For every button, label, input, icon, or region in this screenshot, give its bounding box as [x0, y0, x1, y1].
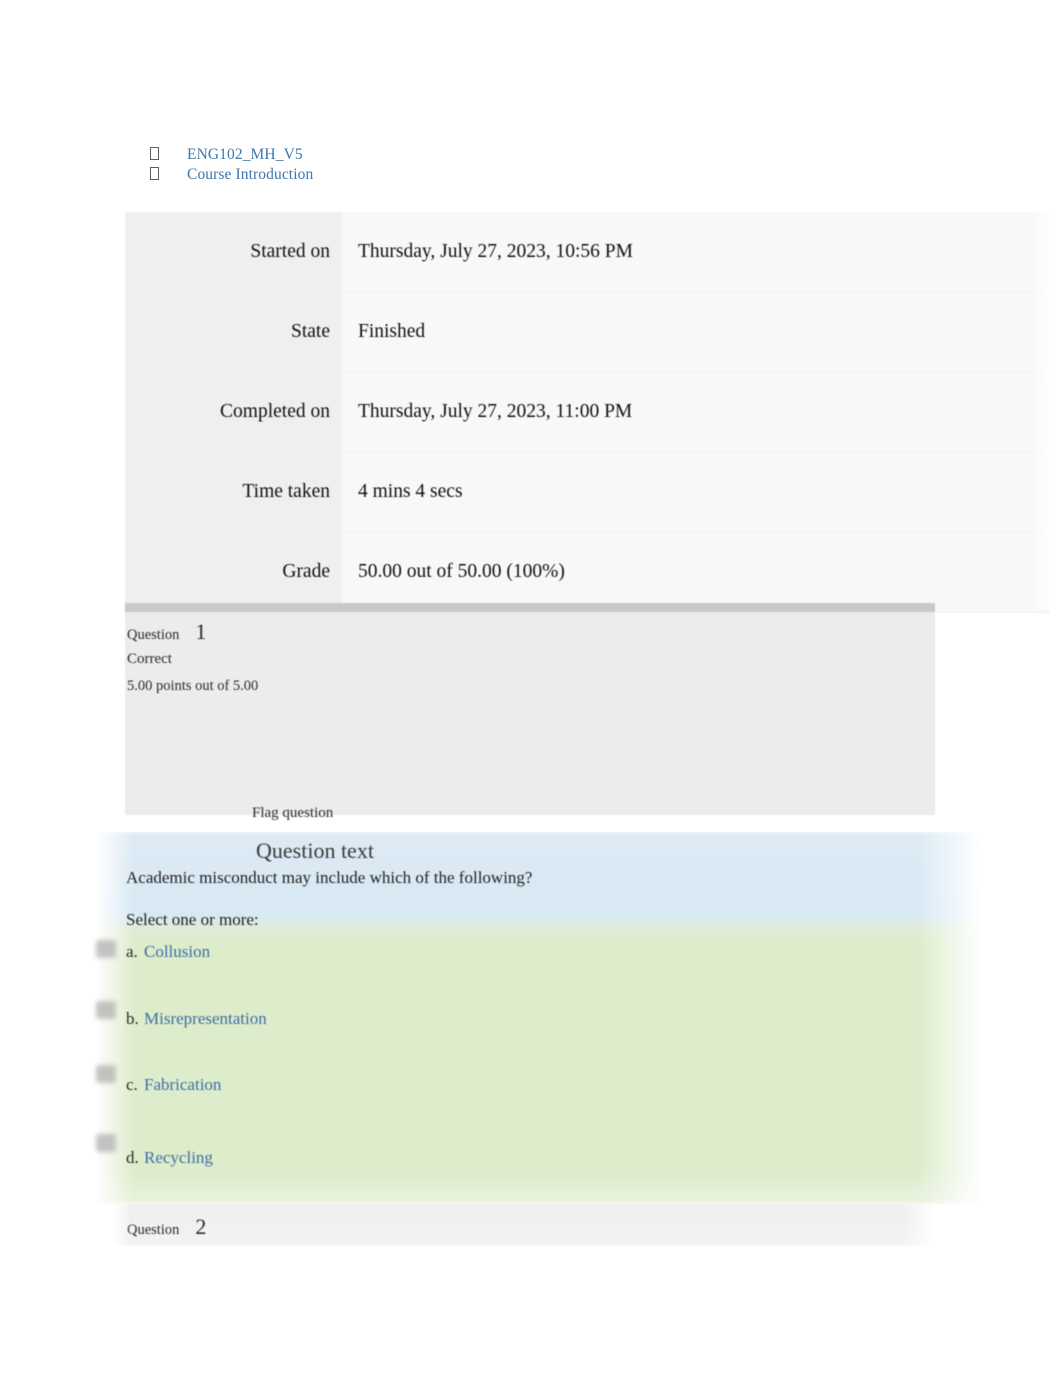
breadcrumb-item-course[interactable]: ENG102_MH_V5	[150, 145, 313, 165]
table-row: Started on Thursday, July 27, 2023, 10:5…	[125, 212, 1050, 293]
table-row: Time taken 4 mins 4 secs	[125, 452, 1050, 533]
breadcrumb-link-course[interactable]: ENG102_MH_V5	[187, 145, 303, 165]
question-word-label: Question	[127, 1222, 180, 1238]
question-1-number-line: Question 1	[127, 619, 206, 645]
question-1-state-badge: Correct	[127, 651, 172, 667]
table-row: State Finished	[125, 292, 1050, 373]
question-number: 1	[195, 619, 207, 644]
answer-letter-c: c.	[126, 1075, 138, 1094]
select-instruction: Select one or more:	[126, 910, 259, 929]
answer-label-b[interactable]: Misrepresentation	[144, 1009, 267, 1029]
info-label-grade: Grade	[125, 532, 342, 613]
question-prompt: Academic misconduct may include which of…	[126, 868, 533, 887]
flag-question-button[interactable]: Flag question	[252, 805, 333, 822]
checkbox-icon[interactable]	[96, 1065, 116, 1083]
question-1-content-panel: Question text Academic misconduct may in…	[96, 832, 982, 1204]
answer-letter-d: d.	[126, 1148, 139, 1167]
checkbox-icon[interactable]	[96, 1001, 116, 1019]
missing-glyph-box-icon	[150, 147, 159, 160]
table-row: Completed on Thursday, July 27, 2023, 11…	[125, 372, 1050, 453]
info-value-grade: 50.00 out of 50.00 (100%)	[342, 532, 1050, 613]
question-panel-content: Question text Academic misconduct may in…	[96, 832, 982, 1204]
question-1-info-block: Question 1 Correct 5.00 points out of 5.…	[125, 603, 935, 821]
info-label-state: State	[125, 292, 342, 373]
info-label-completed-on: Completed on	[125, 372, 342, 453]
answer-label-a[interactable]: Collusion	[144, 942, 210, 962]
table-right-fade	[1030, 210, 1062, 610]
checkbox-icon[interactable]	[96, 1134, 116, 1152]
table-row: Grade 50.00 out of 50.00 (100%)	[125, 532, 1050, 613]
attempt-info-table: Started on Thursday, July 27, 2023, 10:5…	[125, 212, 1050, 613]
question-text-heading: Question text	[256, 838, 374, 863]
info-value-completed-on: Thursday, July 27, 2023, 11:00 PM	[342, 372, 1050, 453]
answer-letter-a: a.	[126, 942, 138, 961]
info-label-started-on: Started on	[125, 212, 342, 293]
question-number: 2	[195, 1214, 207, 1239]
checkbox-icon[interactable]	[96, 940, 116, 958]
info-value-state: Finished	[342, 292, 1050, 373]
breadcrumb-link-section[interactable]: Course Introduction	[187, 165, 313, 185]
question-block-top-bar	[125, 603, 935, 612]
info-value-time-taken: 4 mins 4 secs	[342, 452, 1050, 533]
answer-label-c[interactable]: Fabrication	[144, 1075, 221, 1095]
breadcrumb-item-section[interactable]: Course Introduction	[150, 165, 313, 185]
missing-glyph-box-icon	[150, 167, 159, 180]
answer-label-d[interactable]: Recycling	[144, 1148, 213, 1168]
question-2-number-line: Question 2	[127, 1214, 206, 1240]
info-value-started-on: Thursday, July 27, 2023, 10:56 PM	[342, 212, 1050, 293]
question-1-points: 5.00 points out of 5.00	[127, 678, 259, 694]
info-label-time-taken: Time taken	[125, 452, 342, 533]
breadcrumb: ENG102_MH_V5 Course Introduction	[150, 145, 313, 185]
question-2-info-block: Question 2	[113, 1204, 935, 1246]
answer-letter-b: b.	[126, 1009, 139, 1028]
question-word-label: Question	[127, 627, 180, 643]
